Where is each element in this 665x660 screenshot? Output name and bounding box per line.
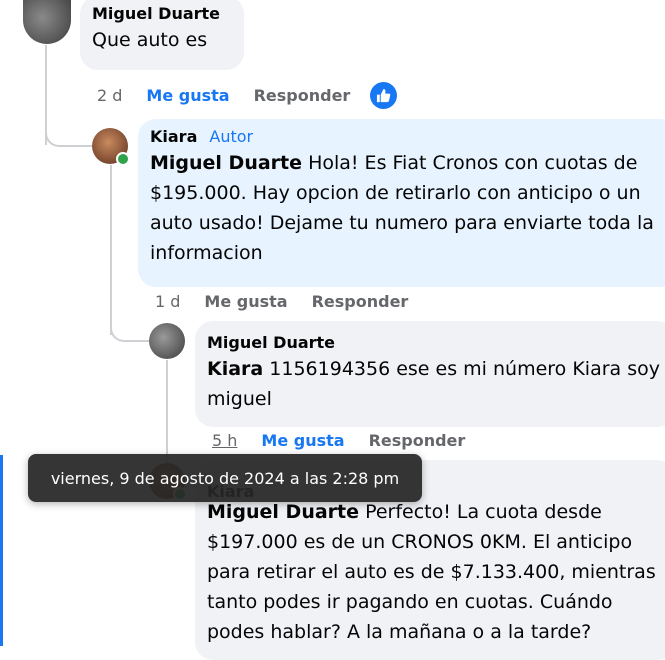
comment-author[interactable]: Miguel Duarte xyxy=(92,4,232,23)
comment-actions: 2 d Me gusta Responder xyxy=(97,82,421,109)
comment-text: Kiara 1156194356 ese es mi número Kiara … xyxy=(207,358,660,410)
mention-link[interactable]: Miguel Duarte xyxy=(207,501,359,523)
comment-author[interactable]: Kiara xyxy=(150,127,197,146)
comment-bubble: Kiara Autor Miguel Duarte Hola! Es Fiat C… xyxy=(138,119,665,287)
comment-text: Miguel Duarte Perfecto! La cuota desde $… xyxy=(207,501,656,643)
comment-time[interactable]: 2 d xyxy=(97,86,122,105)
author-badge: Autor xyxy=(209,127,254,146)
comment-author[interactable]: Miguel Duarte xyxy=(207,333,663,352)
online-status-icon xyxy=(116,152,130,166)
reply-button[interactable]: Responder xyxy=(254,86,351,105)
comment-text: Miguel Duarte Hola! Es Fiat Cronos con c… xyxy=(150,152,654,264)
focus-indicator xyxy=(0,455,3,646)
reply-button[interactable]: Responder xyxy=(369,431,466,450)
comment-actions: 5 h Me gusta Responder xyxy=(212,431,489,450)
thread-branch xyxy=(110,320,152,342)
comment-time[interactable]: 5 h xyxy=(212,431,237,450)
timestamp-tooltip: viernes, 9 de agosto de 2024 a las 2:28 … xyxy=(28,454,422,502)
avatar[interactable] xyxy=(23,0,71,44)
comment-bubble: Miguel Duarte Que auto es xyxy=(80,0,244,70)
mention-link[interactable]: Kiara xyxy=(207,358,263,380)
like-button[interactable]: Me gusta xyxy=(204,292,287,311)
comment-actions: 1 d Me gusta Responder xyxy=(155,292,432,311)
comment-bubble: Miguel Duarte Kiara 1156194356 ese es mi… xyxy=(195,321,665,427)
thread-line xyxy=(110,165,112,335)
like-button[interactable]: Me gusta xyxy=(146,86,229,105)
like-button[interactable]: Me gusta xyxy=(261,431,344,450)
comment-text: Que auto es xyxy=(92,29,208,51)
like-icon[interactable] xyxy=(370,82,398,109)
mention-link[interactable]: Miguel Duarte xyxy=(150,152,302,174)
avatar[interactable] xyxy=(149,323,185,359)
reply-button[interactable]: Responder xyxy=(312,292,409,311)
comment-time[interactable]: 1 d xyxy=(155,292,180,311)
thread-branch xyxy=(45,125,92,147)
